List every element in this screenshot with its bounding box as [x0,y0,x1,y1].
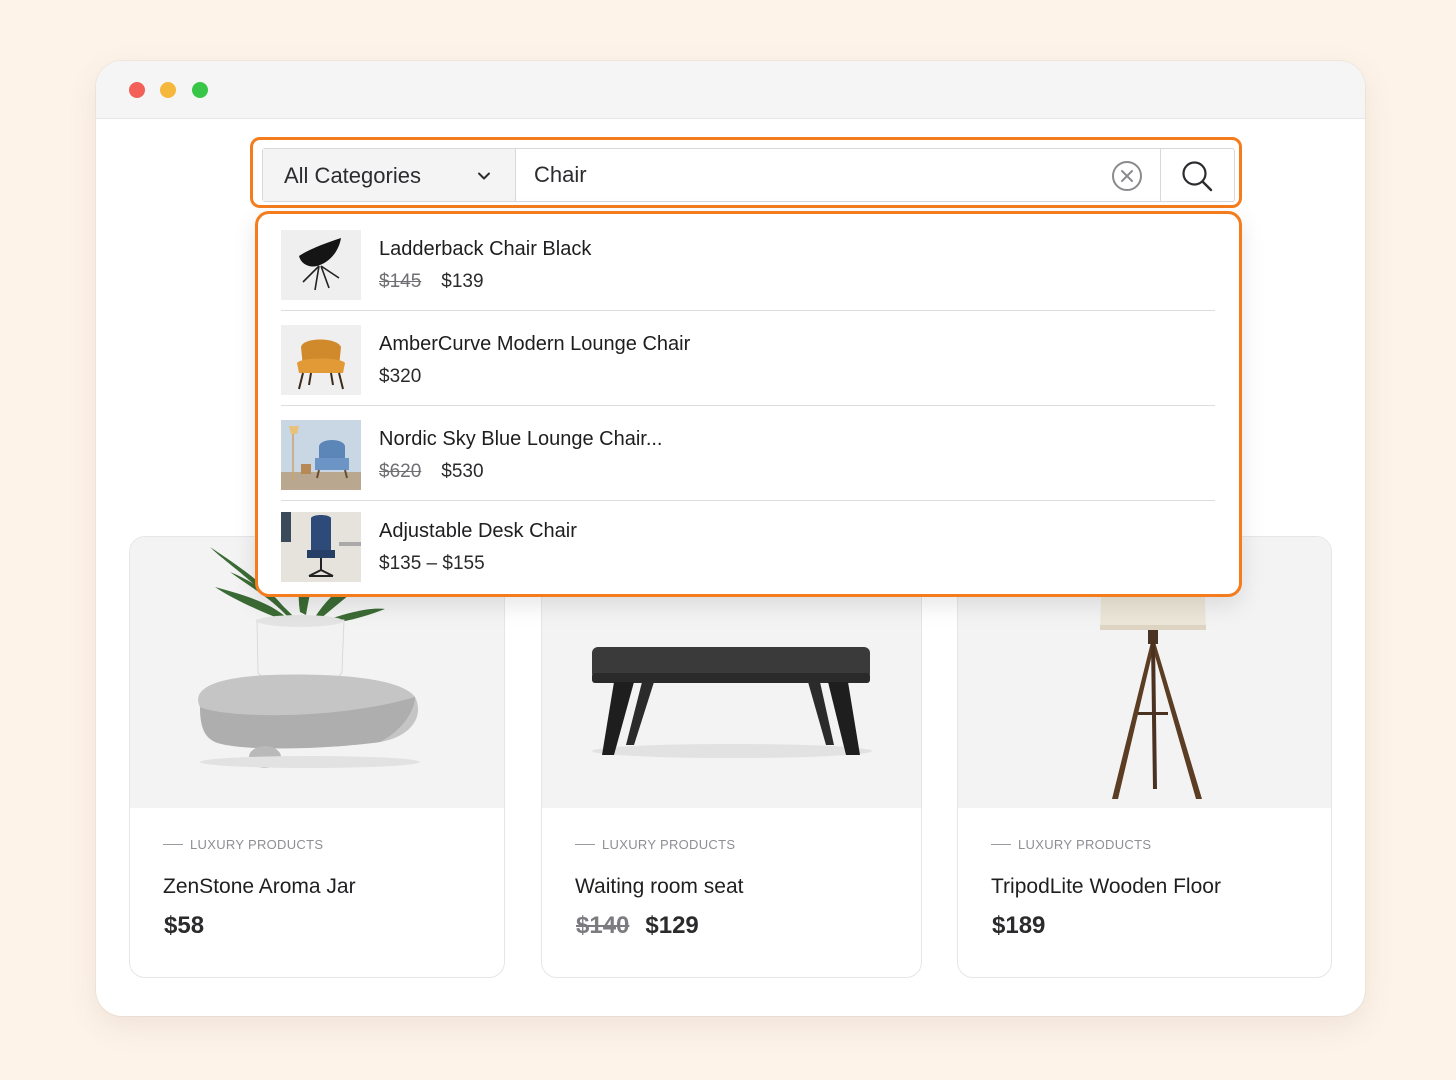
product-price: $58 [164,912,204,940]
result-thumbnail [281,512,361,582]
product-title[interactable]: TripodLite Wooden Floor [991,875,1221,899]
search-result-item[interactable]: Nordic Sky Blue Lounge Chair... $620 $53… [281,420,1215,501]
search-icon [1182,161,1213,192]
result-title: Adjustable Desk Chair [379,520,577,542]
search-result-item[interactable]: AmberCurve Modern Lounge Chair $320 [281,325,1215,406]
product-card[interactable]: LUXURY PRODUCTS ZenStone Aroma Jar $58 [129,536,505,978]
product-price: $140 $129 [576,912,699,940]
current-price: $320 [379,366,422,387]
browser-window: LUXURY PRODUCTS ZenStone Aroma Jar $58 L… [96,61,1365,1016]
search-result-item[interactable]: Adjustable Desk Chair $135 – $155 [281,512,1215,592]
current-price: $189 [992,912,1046,939]
product-category-label: LUXURY PRODUCTS [575,837,735,852]
result-thumbnail [281,420,361,490]
search-input[interactable] [517,150,1107,200]
chevron-down-icon [478,172,490,180]
current-price: $135 – $155 [379,553,485,574]
result-price: $320 [379,366,421,388]
close-window-button[interactable] [129,82,145,98]
search-results-dropdown: Ladderback Chair Black $145 $139 AmberCu… [255,211,1242,597]
result-price: $620 $530 [379,461,484,483]
current-price: $58 [164,912,205,939]
clear-search-icon[interactable] [1111,160,1143,192]
result-title: Ladderback Chair Black [379,238,592,260]
original-price: $145 [379,271,422,292]
result-thumbnail [281,325,361,395]
product-category-label: LUXURY PRODUCTS [163,837,323,852]
zoom-window-button[interactable] [192,82,208,98]
current-price: $530 [441,461,484,482]
product-title[interactable]: ZenStone Aroma Jar [163,875,356,899]
product-price: $189 [992,912,1045,940]
product-card[interactable]: LUXURY PRODUCTS Waiting room seat $140 $… [541,536,922,978]
minimize-window-button[interactable] [160,82,176,98]
original-price: $620 [379,461,422,482]
window-titlebar [96,61,1365,119]
result-price: $135 – $155 [379,553,485,575]
current-price: $139 [441,271,484,292]
result-thumbnail [281,230,361,300]
result-title: Nordic Sky Blue Lounge Chair... [379,428,663,450]
category-select-label: All Categories [284,163,421,188]
current-price: $129 [645,912,699,939]
original-price: $140 [576,912,630,939]
product-category-label: LUXURY PRODUCTS [991,837,1151,852]
product-title[interactable]: Waiting room seat [575,875,743,899]
result-price: $145 $139 [379,271,484,293]
search-result-item[interactable]: Ladderback Chair Black $145 $139 [281,230,1215,311]
product-card[interactable]: LUXURY PRODUCTS TripodLite Wooden Floor … [957,536,1332,978]
result-title: AmberCurve Modern Lounge Chair [379,333,691,355]
search-button[interactable] [1160,149,1234,201]
category-select[interactable]: All Categories [263,149,516,201]
search-bar: All Categories [262,148,1235,202]
